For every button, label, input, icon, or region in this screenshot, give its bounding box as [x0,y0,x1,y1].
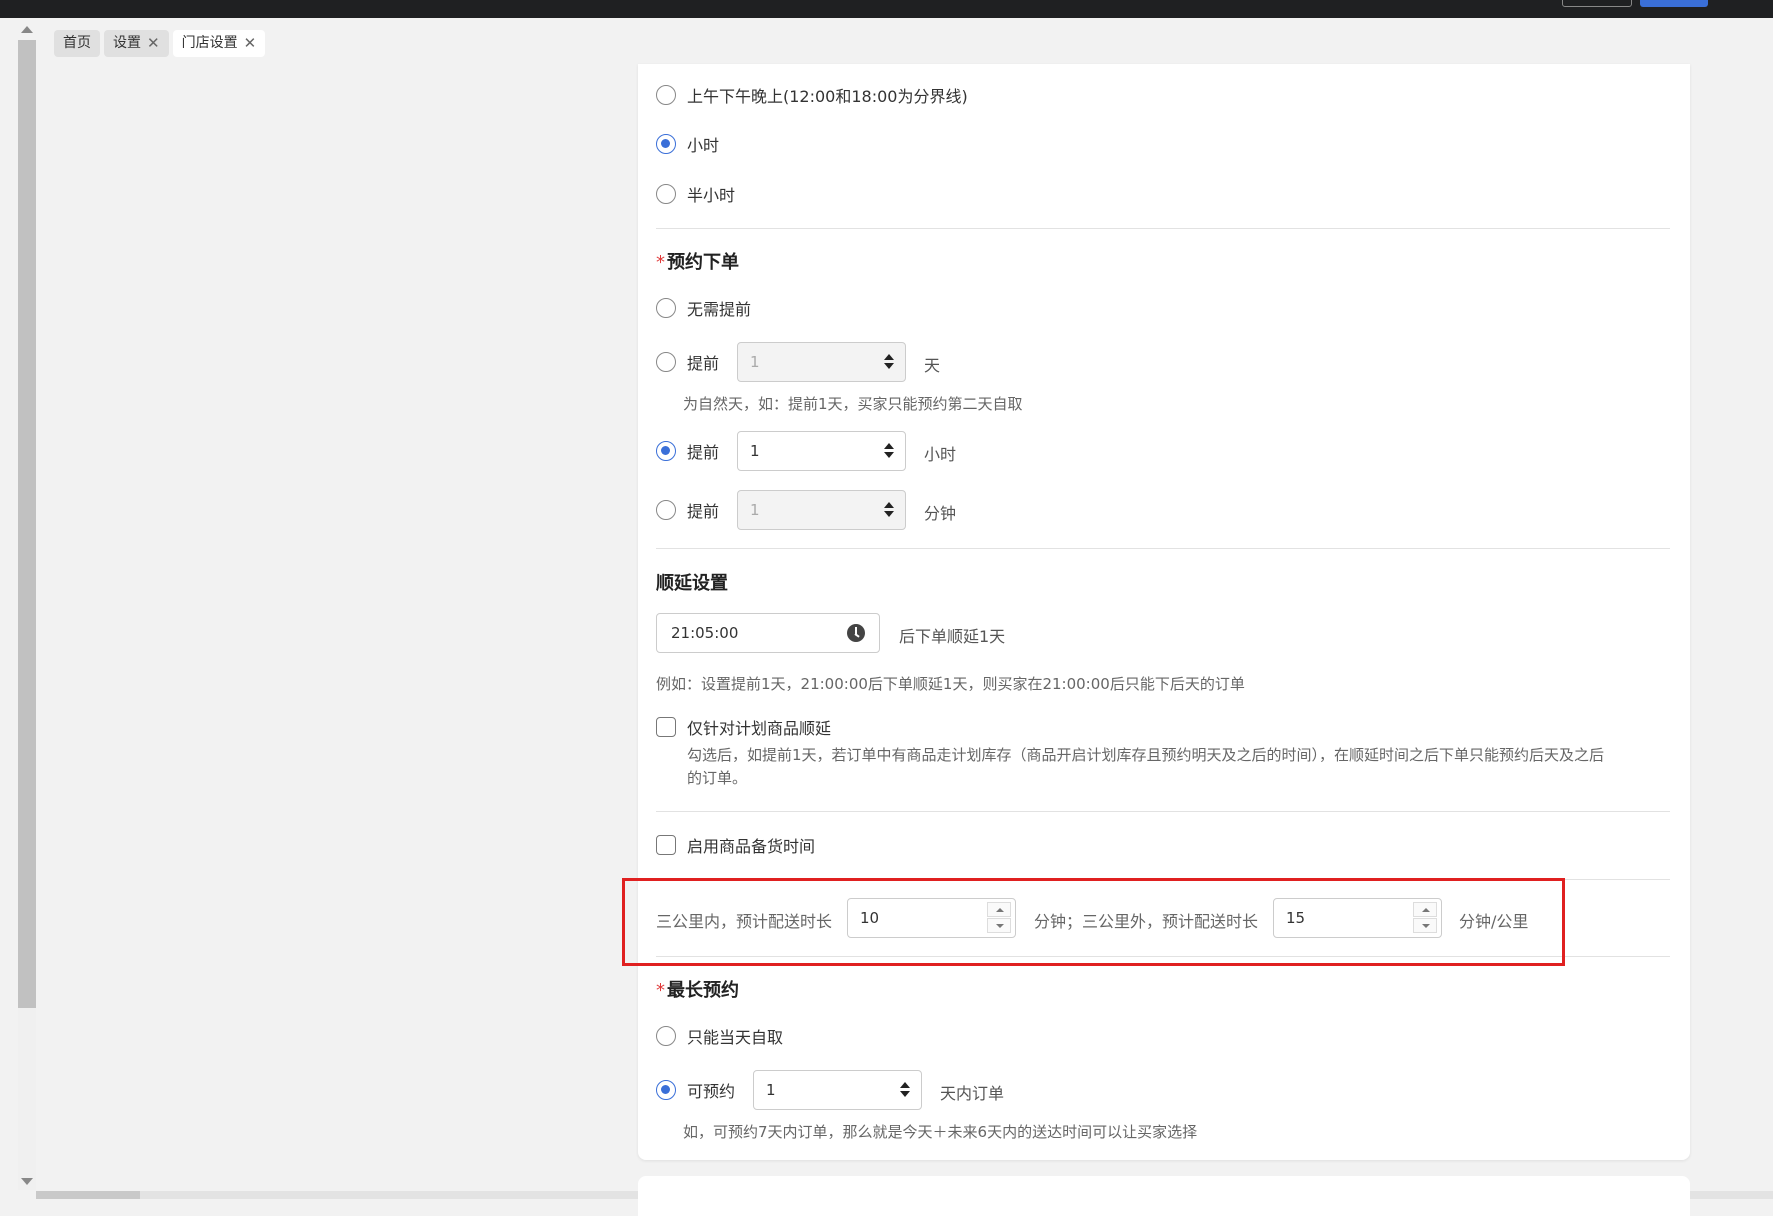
radio-advance-hours[interactable]: 提前 [656,431,719,471]
radio-button[interactable] [656,441,676,461]
radio-label: 上午下午晚上(12:00和18:00为分界线) [687,87,968,106]
plan-only-desc-line2: 的订单。 [687,769,748,787]
section-title-text: 最长预约 [667,980,739,1001]
select-spinner-icon[interactable] [883,354,895,370]
advance-days-input[interactable]: 1 [737,342,906,382]
reserve-days-input[interactable]: 1 [753,1070,922,1110]
max-reservation-hint: 如，可预约7天内订单，那么就是今天＋未来6天内的送达时间可以让买家选择 [683,1123,1198,1141]
postpone-title: 顺延设置 [656,573,728,594]
radio-advance-days[interactable]: 提前 [656,342,719,382]
radio-advance-minutes[interactable]: 提前 [656,490,719,530]
divider [656,228,1670,229]
radio-button[interactable] [656,1026,676,1046]
divider [656,811,1670,812]
top-bar [0,0,1773,18]
radio-hour[interactable]: 小时 [656,124,719,164]
radio-can-reserve[interactable]: 可预约 [656,1070,735,1110]
tab-label: 门店设置 [181,35,238,51]
close-icon[interactable]: ✕ [244,36,257,51]
radio-label: 可预约 [687,1082,736,1101]
advance-hours-input[interactable]: 1 [737,431,906,471]
plan-only-desc-line1: 勾选后，如提前1天，若订单中有商品走计划库存（商品开启计划库存且预约明天及之后的… [687,746,1605,764]
radio-no-advance[interactable]: 无需提前 [656,288,751,328]
checkbox-label: 仅针对计划商品顺延 [687,719,832,738]
input-value: 1 [750,442,760,460]
minutes-unit: 分钟 [924,504,957,523]
scrollbar-thumb[interactable] [18,40,36,1008]
checkbox-plan-only[interactable]: 仅针对计划商品顺延 [656,707,831,747]
checkbox[interactable] [656,835,676,855]
select-spinner-icon[interactable] [883,502,895,518]
radio-same-day[interactable]: 只能当天自取 [656,1016,783,1056]
tab-home[interactable]: 首页 [54,30,100,57]
radio-label: 只能当天自取 [687,1028,784,1047]
advance-minutes-input[interactable]: 1 [737,490,906,530]
input-value: 1 [766,1081,776,1099]
reservation-title: * 预约下单 [656,248,739,274]
postpone-example: 例如：设置提前1天，21:00:00后下单顺延1天，则买家在21:00:00后只… [656,675,1245,693]
radio-button[interactable] [656,500,676,520]
radio-label: 无需提前 [687,300,752,319]
checkbox-label: 启用商品备货时间 [687,837,816,856]
tab-store-settings[interactable]: 门店设置 ✕ [172,30,266,57]
tab-label: 首页 [63,35,91,51]
close-icon[interactable]: ✕ [147,36,160,51]
section-title-text: 预约下单 [667,252,739,273]
reserve-days-suffix: 天内订单 [940,1084,1005,1103]
page-tabs: 首页 设置 ✕ 门店设置 ✕ [54,30,266,57]
max-reservation-title: * 最长预约 [656,976,739,1002]
radio-label: 提前 [687,354,720,373]
input-value: 1 [750,353,760,371]
scroll-down-icon[interactable] [21,1178,33,1185]
scroll-up-icon[interactable] [21,26,33,33]
highlight-box [622,878,1565,966]
radio-label: 半小时 [687,186,736,205]
select-spinner-icon[interactable] [883,443,895,459]
next-settings-card [638,1176,1690,1216]
clock-icon[interactable] [847,624,865,642]
radio-button[interactable] [656,85,676,105]
select-spinner-icon[interactable] [899,1082,911,1098]
radio-label: 小时 [687,136,720,155]
checkbox-stock-prep[interactable]: 启用商品备货时间 [656,825,815,865]
required-mark: * [656,252,665,273]
days-unit: 天 [924,356,941,375]
hours-unit: 小时 [924,445,957,464]
radio-label: 提前 [687,443,720,462]
radio-button[interactable] [656,134,676,154]
days-hint: 为自然天，如：提前1天，买家只能预约第二天自取 [683,395,1023,413]
radio-label: 提前 [687,502,720,521]
input-value: 21:05:00 [671,624,739,642]
radio-button[interactable] [656,298,676,318]
radio-half-hour[interactable]: 半小时 [656,174,735,214]
header-primary-button[interactable] [1640,0,1708,7]
radio-button[interactable] [656,184,676,204]
checkbox[interactable] [656,717,676,737]
postpone-suffix: 后下单顺延1天 [899,627,1006,646]
tab-label: 设置 [113,35,141,51]
input-value: 1 [750,501,760,519]
radio-button[interactable] [656,352,676,372]
header-secondary-button[interactable] [1562,0,1632,7]
radio-morning-afternoon-evening[interactable]: 上午下午晚上(12:00和18:00为分界线) [656,75,968,115]
tab-settings[interactable]: 设置 ✕ [104,30,169,57]
postpone-time-input[interactable]: 21:05:00 [656,613,880,653]
horizontal-scrollbar-thumb[interactable] [36,1191,140,1199]
vertical-scrollbar[interactable] [18,26,36,1190]
required-mark: * [656,980,665,1001]
divider [656,548,1670,549]
radio-button[interactable] [656,1080,676,1100]
